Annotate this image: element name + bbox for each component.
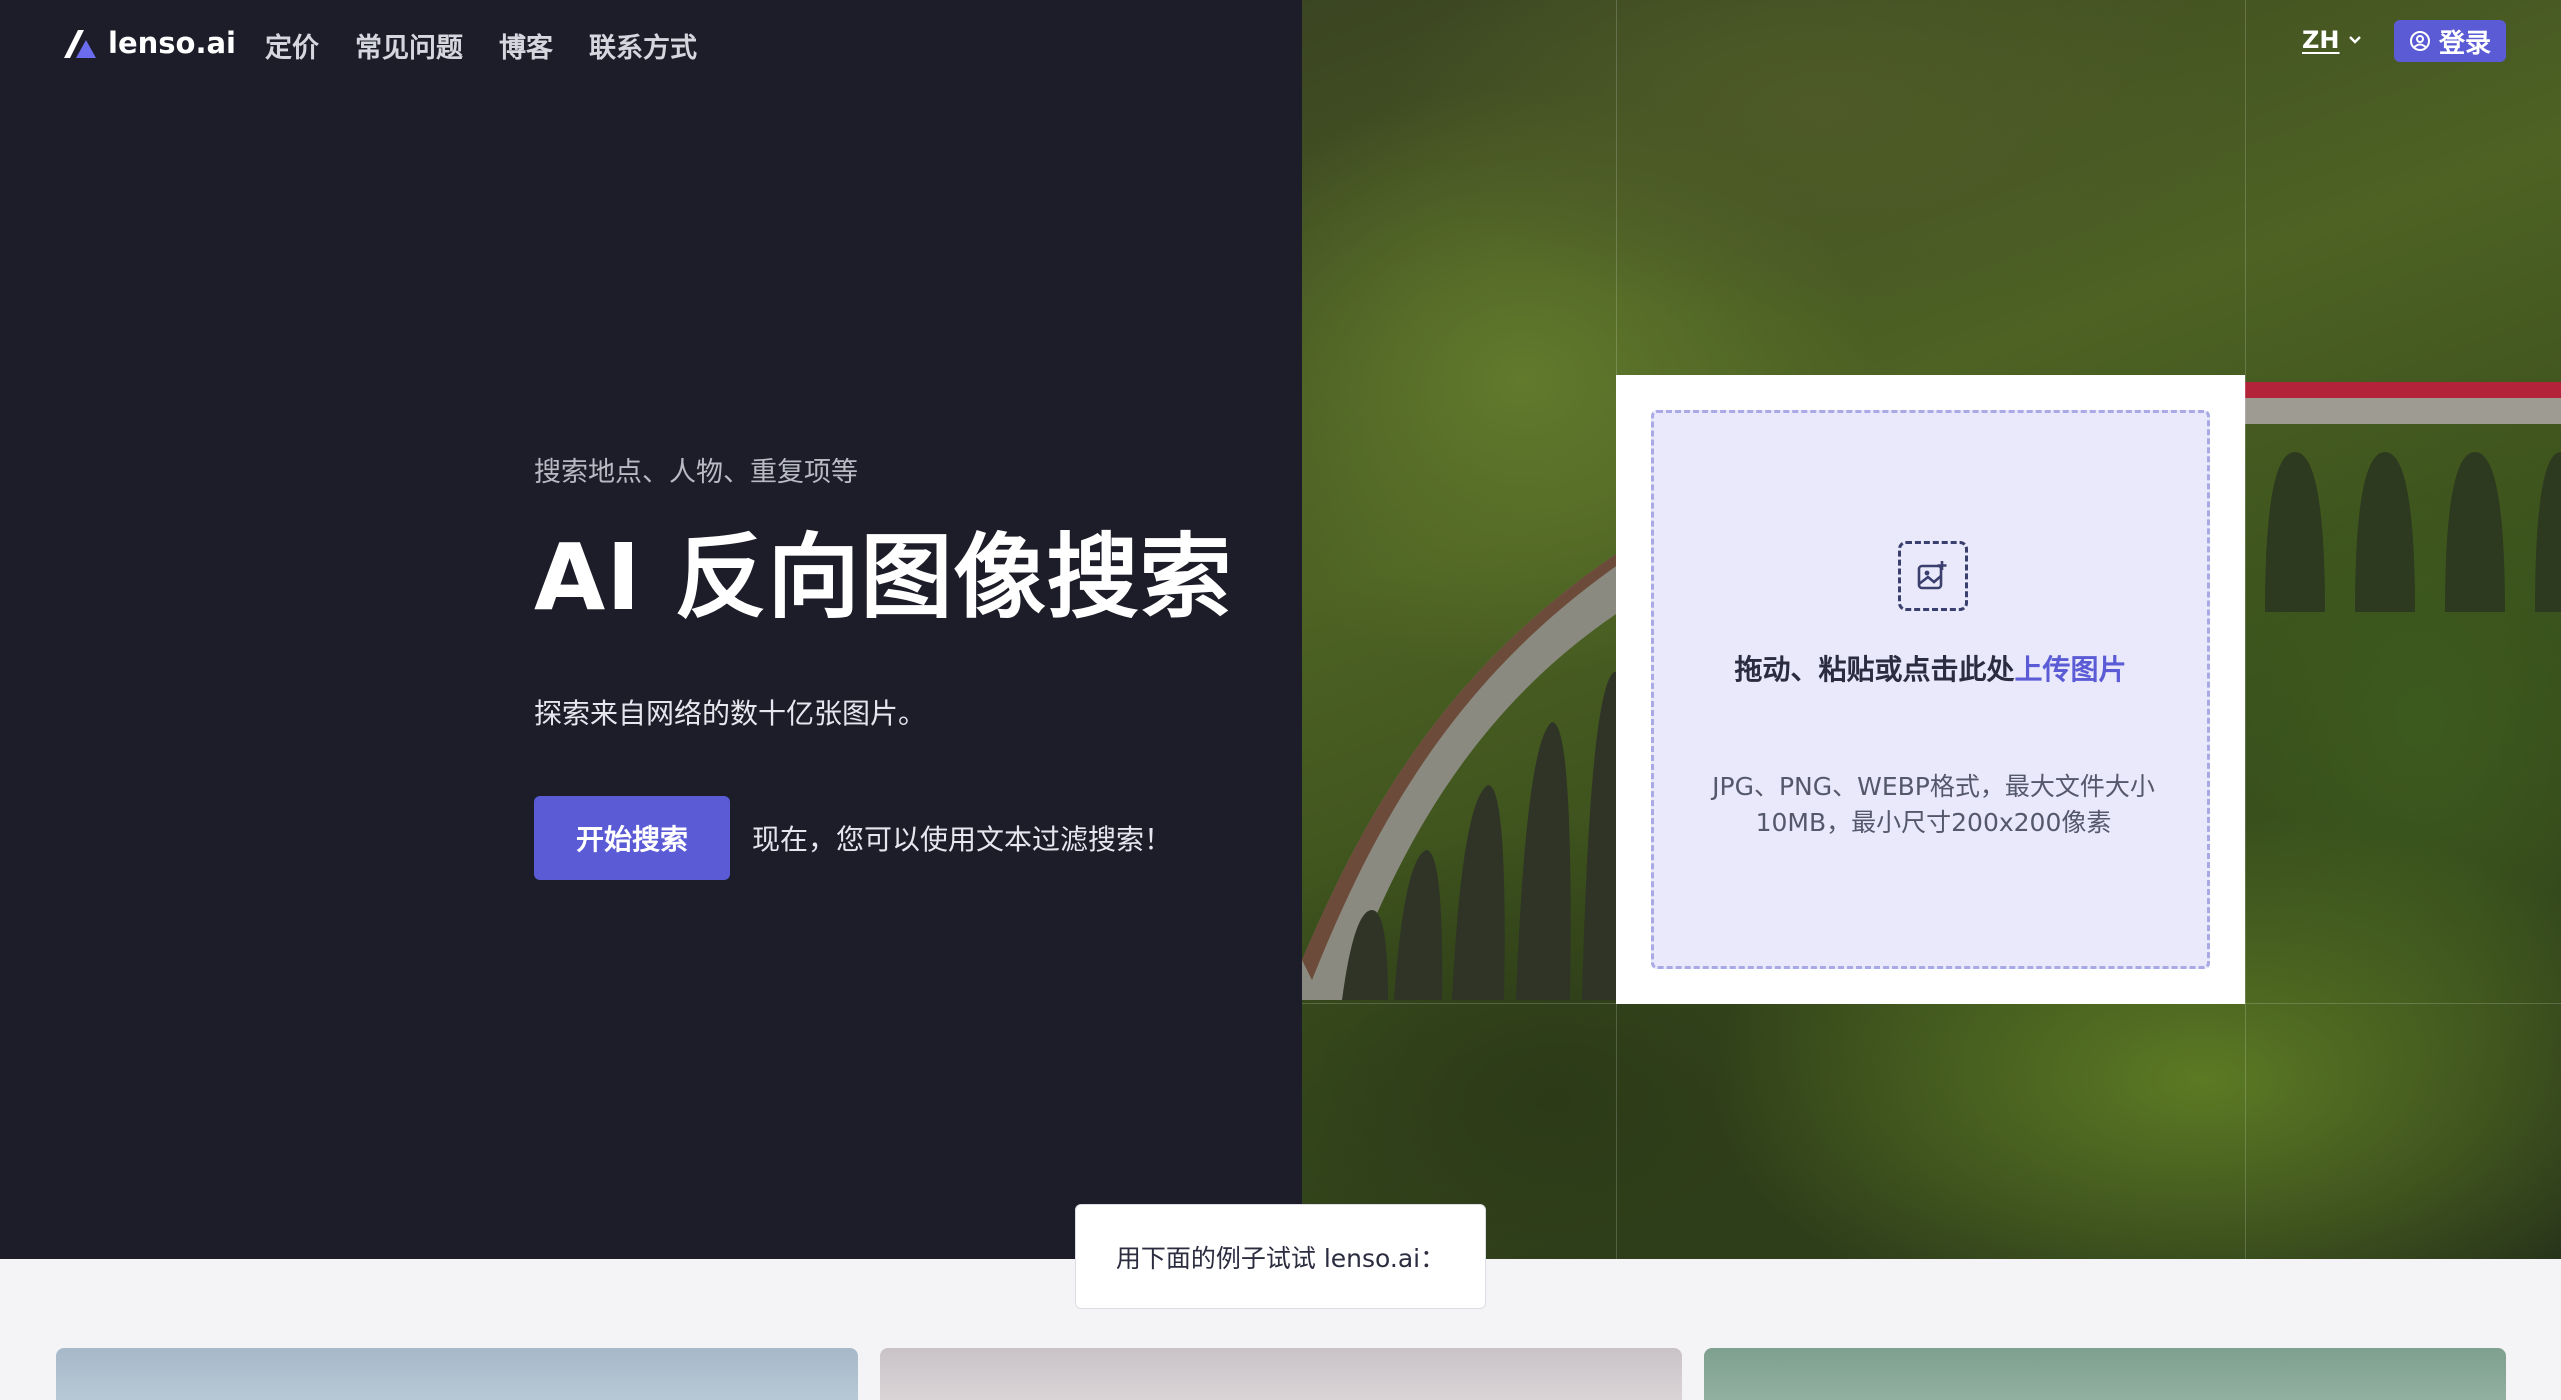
example-image-thumbnail[interactable] [1704, 1348, 2506, 1400]
top-navigation: lenso.ai 定价 常见问题 博客 联系方式 ZH 登录 [0, 0, 2561, 86]
user-circle-icon [2409, 31, 2430, 51]
login-label: 登录 [2438, 28, 2491, 59]
example-image-thumbnail[interactable] [880, 1348, 1682, 1400]
examples-banner: 用下面的例子试试 lenso.ai： [1075, 1204, 1486, 1309]
chevron-down-icon [2348, 36, 2361, 44]
image-dropzone[interactable]: 拖动、粘贴或点击此处上传图片 JPG、PNG、WEBP格式，最大文件大小10MB… [1651, 410, 2210, 969]
upload-card: 拖动、粘贴或点击此处上传图片 JPG、PNG、WEBP格式，最大文件大小10MB… [1616, 375, 2245, 1004]
nav-link-blog[interactable]: 博客 [499, 26, 553, 65]
viaduct-illustration-right [2245, 382, 2561, 612]
login-button[interactable]: 登录 [2394, 20, 2506, 62]
hero-content: 搜索地点、人物、重复项等 AI 反向图像搜索 探索来自网络的数十亿张图片。 开始… [534, 450, 1294, 881]
upload-image-link[interactable]: 上传图片 [2015, 653, 2127, 686]
language-label: ZH [2302, 26, 2340, 54]
brand-logo[interactable]: lenso.ai [62, 26, 236, 60]
nav-link-faq[interactable]: 常见问题 [355, 26, 463, 65]
nav-link-contact[interactable]: 联系方式 [589, 26, 697, 65]
hero-eyebrow: 搜索地点、人物、重复项等 [534, 457, 858, 488]
nav-link-pricing[interactable]: 定价 [265, 26, 319, 65]
language-selector[interactable]: ZH [2302, 26, 2362, 54]
image-add-icon [1898, 541, 1968, 611]
dropzone-title-text: 拖动、粘贴或点击此处 [1734, 653, 2015, 686]
nav-links: 定价 常见问题 博客 联系方式 [265, 26, 697, 65]
grid-line [2245, 0, 2246, 1259]
example-image-thumbnail[interactable] [56, 1348, 858, 1400]
hero-subtitle: 探索来自网络的数十亿张图片。 [534, 697, 927, 731]
viaduct-illustration-left [1302, 550, 1622, 1000]
start-search-button[interactable]: 开始搜索 [534, 796, 730, 881]
dropzone-hint: JPG、PNG、WEBP格式，最大文件大小10MB，最小尺寸200x200像素 [1712, 772, 2155, 837]
cta-row: 开始搜索 现在，您可以使用文本过滤搜索！ [534, 796, 1294, 881]
dropzone-title: 拖动、粘贴或点击此处上传图片 [1654, 649, 2207, 691]
cta-note: 现在，您可以使用文本过滤搜索！ [752, 823, 1173, 857]
lenso-logo-icon [64, 30, 96, 58]
page-title: AI 反向图像搜索 [534, 524, 1233, 631]
brand-name: lenso.ai [108, 26, 236, 60]
